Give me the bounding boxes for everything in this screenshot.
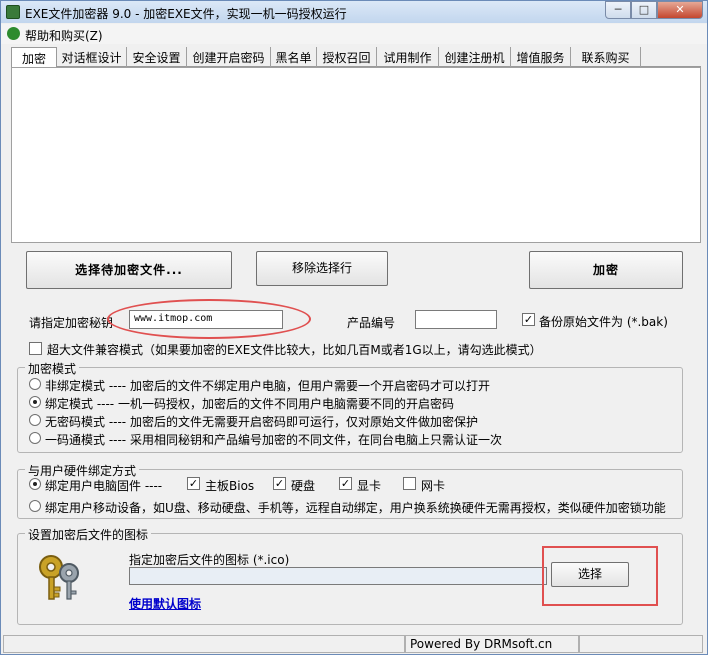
icon-path-label: 指定加密后文件的图标 (*.ico) [129, 553, 290, 567]
mode-no-password-label: 无密码模式 ---- 加密后的文件无需要开启密码即可运行，仅对原始文件做加密保护 [45, 415, 478, 429]
large-file-checkbox[interactable] [29, 342, 42, 355]
gpu-checkbox[interactable]: ✓ [339, 477, 352, 490]
mainboard-checkbox[interactable]: ✓ [187, 477, 200, 490]
use-default-icon-link[interactable]: 使用默认图标 [129, 595, 201, 612]
icon-path-input[interactable] [129, 567, 547, 585]
highlight-rectangle [542, 546, 658, 606]
disk-checkbox[interactable]: ✓ [273, 477, 286, 490]
select-file-button[interactable]: 选择待加密文件... [26, 251, 232, 289]
keys-icon [39, 555, 79, 600]
close-button[interactable]: ✕ [657, 1, 703, 19]
tab-blacklist[interactable]: 黑名单 [271, 47, 317, 67]
mode-one-code-label: 一码通模式 ---- 采用相同秘钥和产品编号加密的不同文件，在同台电脑上只需认证… [45, 433, 502, 447]
icon-setting-title: 设置加密后文件的图标 [25, 526, 152, 543]
status-segment-main [3, 635, 405, 653]
bind-firmware-label: 绑定用户电脑固件 ---- [45, 479, 163, 493]
menu-bar: 帮助和购买(Z) [1, 24, 707, 44]
backup-label: 备份原始文件为 (*.bak) [539, 315, 668, 329]
file-list[interactable] [11, 67, 701, 243]
backup-checkbox[interactable]: ✓ [522, 313, 535, 326]
minimize-button[interactable]: ─ [605, 1, 631, 19]
tab-strip: 加密 对话框设计 安全设置 创建开启密码 黑名单 授权召回 试用制作 创建注册机… [11, 47, 701, 68]
encrypt-button[interactable]: 加密 [529, 251, 683, 289]
status-segment-extra [579, 635, 703, 653]
bind-mobile-label: 绑定用户移动设备，如U盘、移动硬盘、手机等，远程自动绑定，用户换系统换硬件无需再… [45, 501, 666, 515]
tab-keygen[interactable]: 创建注册机 [439, 47, 511, 67]
tab-contact-buy[interactable]: 联系购买 [571, 47, 641, 67]
tab-encrypt[interactable]: 加密 [11, 47, 57, 68]
tab-trial[interactable]: 试用制作 [377, 47, 439, 67]
highlight-ellipse [107, 299, 311, 339]
bind-mobile-radio[interactable] [29, 500, 41, 512]
large-file-label: 超大文件兼容模式（如果要加密的EXE文件比较大，比如几百M或者1G以上，请勾选此… [47, 343, 542, 357]
maximize-button[interactable]: □ [631, 1, 657, 19]
disk-label: 硬盘 [291, 479, 316, 493]
title-bar[interactable]: EXE文件加密器 9.0 - 加密EXE文件，实现一机一码授权运行 ─ □ ✕ [1, 1, 707, 23]
bind-firmware-radio[interactable] [29, 478, 41, 490]
product-number-label: 产品编号 [347, 316, 396, 330]
remove-selected-button[interactable]: 移除选择行 [256, 251, 388, 286]
main-window: EXE文件加密器 9.0 - 加密EXE文件，实现一机一码授权运行 ─ □ ✕ … [0, 0, 708, 655]
help-menu-icon [7, 27, 20, 40]
product-number-input[interactable] [415, 310, 497, 329]
nic-checkbox[interactable] [403, 477, 416, 490]
encrypt-mode-title: 加密模式 [25, 360, 80, 377]
mode-no-password-radio[interactable] [29, 414, 41, 426]
mainboard-label: 主板Bios [205, 479, 255, 493]
tab-license-recall[interactable]: 授权召回 [317, 47, 377, 67]
key-label: 请指定加密秘钥 [29, 316, 114, 330]
mode-unbound-radio[interactable] [29, 378, 41, 390]
mode-bound-label: 绑定模式 ---- 一机一码授权，加密后的文件不同用户电脑需要不同的开启密码 [45, 397, 454, 411]
mode-one-code-radio[interactable] [29, 432, 41, 444]
app-icon [6, 5, 20, 19]
window-title: EXE文件加密器 9.0 - 加密EXE文件，实现一机一码授权运行 [25, 7, 347, 21]
mode-unbound-label: 非绑定模式 ---- 加密后的文件不绑定用户电脑，但用户需要一个开启密码才可以打… [45, 379, 490, 393]
nic-label: 网卡 [421, 479, 446, 493]
mode-bound-radio[interactable] [29, 396, 41, 408]
tab-value-added[interactable]: 增值服务 [511, 47, 571, 67]
tab-security[interactable]: 安全设置 [127, 47, 187, 67]
menu-help[interactable]: 帮助和购买(Z) [25, 27, 103, 44]
tab-create-password[interactable]: 创建开启密码 [187, 47, 271, 67]
tab-dialog-design[interactable]: 对话框设计 [57, 47, 127, 67]
powered-by-text: Powered By DRMsoft.cn [405, 635, 579, 653]
gpu-label: 显卡 [357, 479, 382, 493]
status-bar: Powered By DRMsoft.cn [3, 633, 707, 653]
